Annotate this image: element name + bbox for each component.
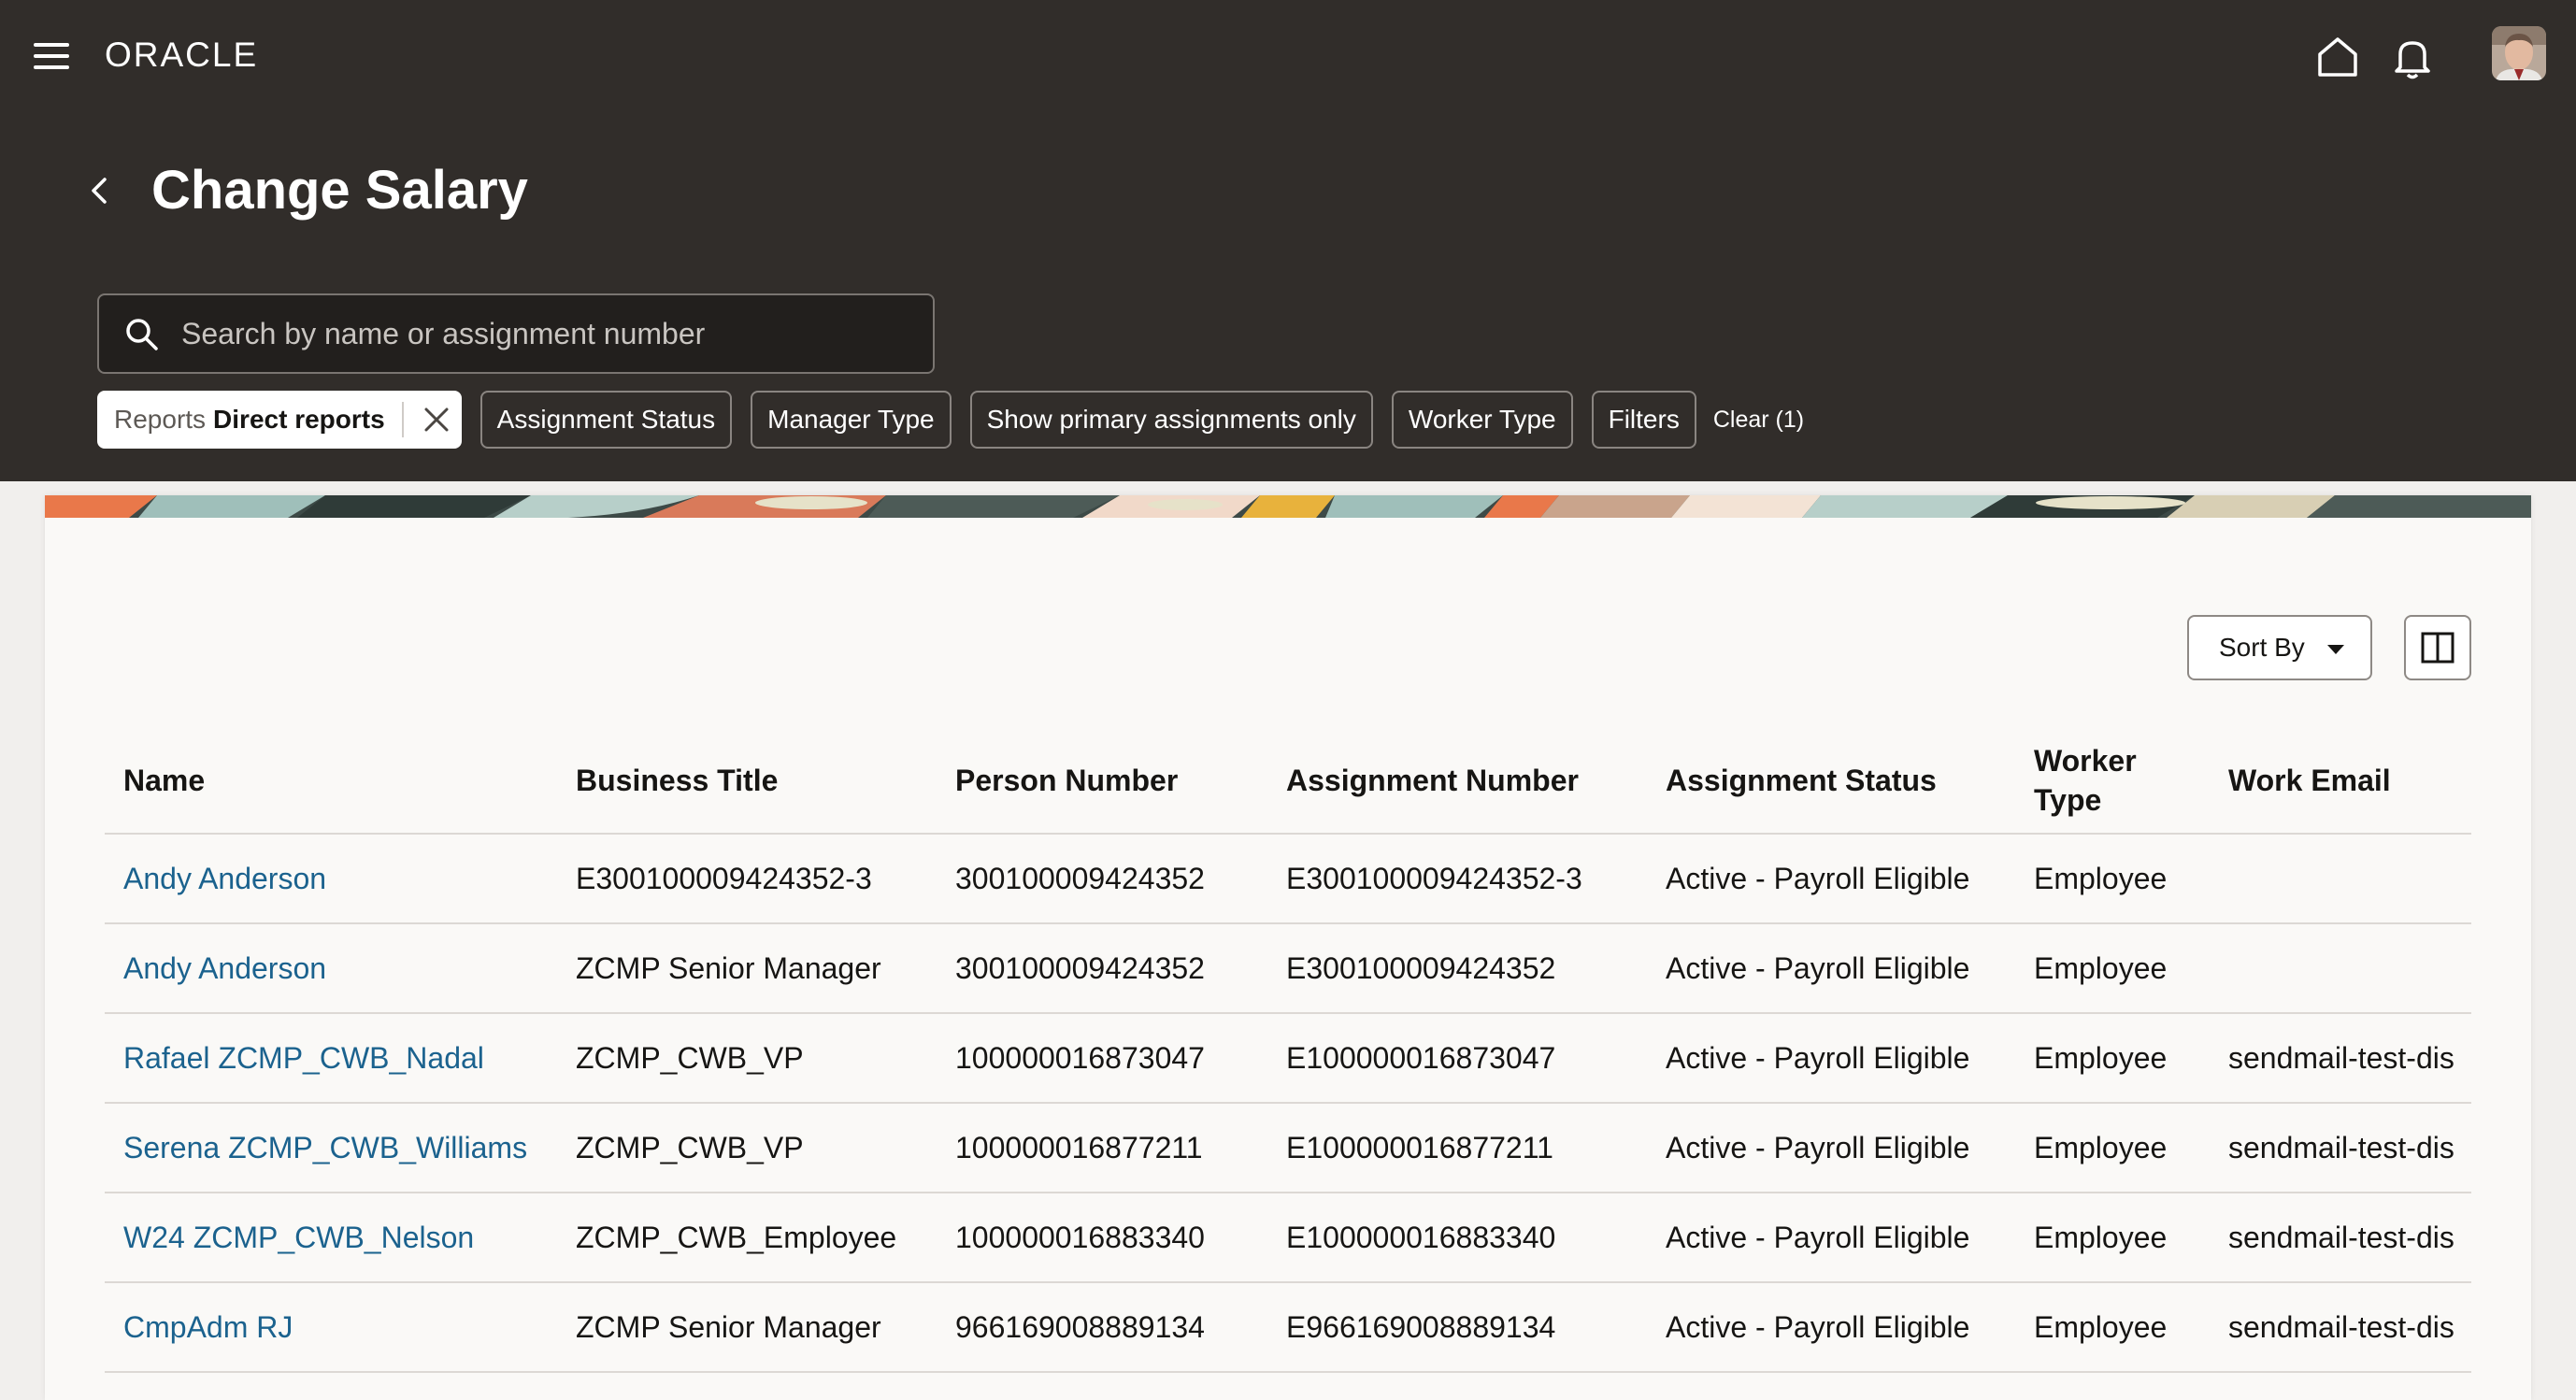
cell-assignment-status: Active - Payroll Eligible — [1647, 834, 2015, 924]
home-icon[interactable] — [2312, 32, 2363, 82]
results-table: Name Business Title Person Number Assign… — [105, 727, 2471, 1373]
filter-chip-assignment-status[interactable]: Assignment Status — [479, 391, 733, 449]
caret-down-icon — [2327, 645, 2344, 654]
table-row[interactable]: Rafael ZCMP_CWB_Nadal ZCMP_CWB_VP 10000001… — [105, 1013, 2471, 1104]
cell-assignment-number: E300100009424352-3 — [1267, 834, 1647, 924]
cell-worker-type: Employee — [2015, 923, 2210, 1014]
cell-work-email: sendmail-test-dis — [2210, 1282, 2471, 1373]
results-card: Sort By Name Business Title Person Numbe… — [45, 495, 2531, 1400]
column-header-assignment-status[interactable]: Assignment Status — [1647, 727, 2015, 835]
cell-assignment-number: E100000016877211 — [1267, 1103, 1647, 1193]
clear-filters-link[interactable]: Clear (1) — [1713, 407, 1804, 434]
filter-chip-primary-assignments[interactable]: Show primary assignments only — [969, 391, 1373, 449]
cell-business-title: E300100009424352-3 — [557, 834, 937, 924]
cell-person-number: 300100009424352 — [937, 923, 1267, 1014]
chip-value: Direct reports — [213, 405, 385, 434]
sort-by-button[interactable]: Sort By — [2187, 615, 2372, 680]
cell-name[interactable]: Serena ZCMP_CWB_Williams — [105, 1103, 557, 1193]
cell-worker-type: Employee — [2015, 1193, 2210, 1283]
search-input[interactable] — [181, 312, 910, 355]
column-header-assignment-number[interactable]: Assignment Number — [1267, 727, 1647, 835]
columns-icon[interactable] — [2404, 615, 2471, 680]
page-title: Change Salary — [151, 160, 528, 221]
cell-assignment-status: Active - Payroll Eligible — [1647, 1282, 2015, 1373]
filter-chip-worker-type[interactable]: Worker Type — [1391, 391, 1573, 449]
bell-icon[interactable] — [2387, 32, 2438, 82]
cell-assignment-status: Active - Payroll Eligible — [1647, 1103, 2015, 1193]
close-icon[interactable] — [413, 396, 460, 443]
cell-person-number: 100000016877211 — [937, 1103, 1267, 1193]
back-chevron-icon[interactable] — [82, 170, 120, 211]
table-header-row: Name Business Title Person Number Assign… — [105, 727, 2471, 835]
cell-person-number: 966169008889134 — [937, 1282, 1267, 1373]
cell-assignment-status: Active - Payroll Eligible — [1647, 1013, 2015, 1104]
cell-assignment-number: E100000016883340 — [1267, 1193, 1647, 1283]
column-header-work-email[interactable]: Work Email — [2210, 727, 2471, 835]
cell-person-number: 300100009424352 — [937, 834, 1267, 924]
hamburger-menu-icon[interactable] — [30, 41, 77, 73]
cell-work-email — [2210, 923, 2471, 1014]
cell-business-title: ZCMP Senior Manager — [557, 923, 937, 1014]
divider — [401, 402, 404, 437]
cell-person-number: 100000016873047 — [937, 1013, 1267, 1104]
cell-worker-type: Employee — [2015, 1282, 2210, 1373]
cell-name[interactable]: Rafael ZCMP_CWB_Nadal — [105, 1013, 557, 1104]
sort-by-label: Sort By — [2219, 633, 2305, 662]
cell-business-title: ZCMP_CWB_Employee — [557, 1193, 937, 1283]
decorative-banner — [45, 495, 2531, 518]
oracle-logo: ORACLE — [105, 36, 259, 74]
cell-assignment-number: E100000016873047 — [1267, 1013, 1647, 1104]
table-row[interactable]: W24 ZCMP_CWB_Nelson ZCMP_CWB_Employee 1000… — [105, 1193, 2471, 1283]
cell-assignment-number: E966169008889134 — [1267, 1282, 1647, 1373]
cell-worker-type: Employee — [2015, 1103, 2210, 1193]
cell-assignment-status: Active - Payroll Eligible — [1647, 923, 2015, 1014]
table-row[interactable]: Andy Anderson ZCMP Senior Manager 30010000… — [105, 923, 2471, 1014]
cell-business-title: ZCMP_CWB_VP — [557, 1103, 937, 1193]
cell-work-email — [2210, 834, 2471, 924]
cell-person-number: 100000016883340 — [937, 1193, 1267, 1283]
column-header-name[interactable]: Name — [105, 727, 557, 835]
cell-assignment-number: E300100009424352 — [1267, 923, 1647, 1014]
cell-worker-type: Employee — [2015, 834, 2210, 924]
table-row[interactable]: CmpAdm RJ ZCMP Senior Manager 966169008889… — [105, 1282, 2471, 1373]
column-header-business-title[interactable]: Business Title — [557, 727, 937, 835]
column-header-person-number[interactable]: Person Number — [937, 727, 1267, 835]
cell-business-title: ZCMP Senior Manager — [557, 1282, 937, 1373]
filter-chip-reports[interactable]: Reports Direct reports — [97, 391, 462, 449]
cell-worker-type: Employee — [2015, 1013, 2210, 1104]
cell-assignment-status: Active - Payroll Eligible — [1647, 1193, 2015, 1283]
filters-button[interactable]: Filters — [1591, 391, 1696, 449]
cell-work-email: sendmail-test-dis — [2210, 1013, 2471, 1104]
cell-name[interactable]: W24 ZCMP_CWB_Nelson — [105, 1193, 557, 1283]
cell-name[interactable]: Andy Anderson — [105, 923, 557, 1014]
search-icon — [123, 316, 161, 353]
cell-work-email: sendmail-test-dis — [2210, 1193, 2471, 1283]
chip-label: Reports — [114, 405, 207, 434]
table-row[interactable]: Andy Anderson E300100009424352-3 300100009… — [105, 834, 2471, 924]
avatar[interactable] — [2492, 26, 2546, 80]
search-box[interactable] — [97, 293, 935, 374]
table-row[interactable]: Serena ZCMP_CWB_Williams ZCMP_CWB_VP 10000… — [105, 1103, 2471, 1193]
filter-chip-bar: Reports Direct reports Assignment Status… — [97, 391, 1804, 449]
cell-name[interactable]: CmpAdm RJ — [105, 1282, 557, 1373]
app-header: ORACLE Change Salary Reports Direct repo… — [0, 0, 2576, 481]
cell-name[interactable]: Andy Anderson — [105, 834, 557, 924]
column-header-worker-type[interactable]: Worker Type — [2015, 727, 2210, 835]
cell-work-email: sendmail-test-dis — [2210, 1103, 2471, 1193]
cell-business-title: ZCMP_CWB_VP — [557, 1013, 937, 1104]
filter-chip-manager-type[interactable]: Manager Type — [751, 391, 952, 449]
